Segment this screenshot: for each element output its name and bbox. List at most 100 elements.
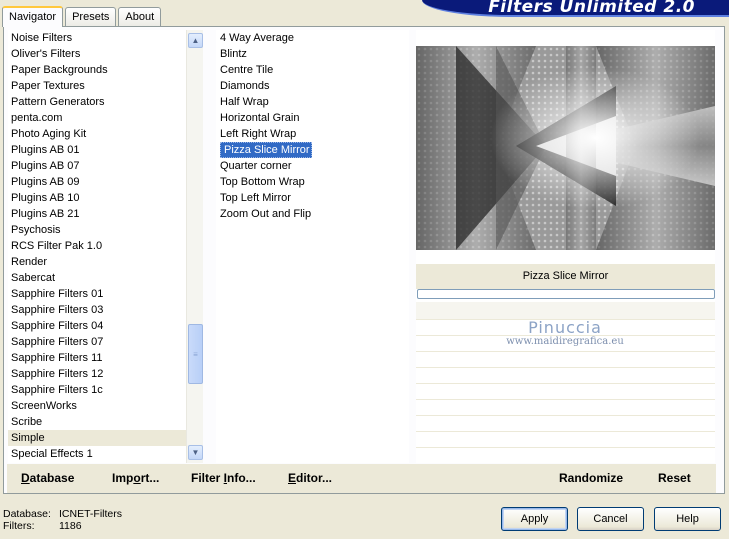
database-value: ICNET-Filters [59,508,122,520]
category-item[interactable]: Oliver's Filters [8,46,186,62]
database-label: Database: [3,508,51,520]
category-item-label: Oliver's Filters [11,48,81,60]
selected-filter-name: Pizza Slice Mirror [416,264,715,289]
filter-item-label: Blintz [220,48,247,60]
import-button[interactable]: Import... [112,464,159,493]
category-item-label: Sapphire Filters 12 [11,368,104,380]
filter-item[interactable]: Zoom Out and Flip [216,206,409,222]
filter-item[interactable]: Quarter corner [216,158,409,174]
category-item[interactable]: Sapphire Filters 11 [8,350,186,366]
category-item[interactable]: Pattern Generators [8,94,186,110]
filter-list[interactable]: 4 Way Average Blintz Centre Tile Diamonds Ha… [216,30,409,463]
category-item[interactable]: Plugins AB 07 [8,158,186,174]
category-list[interactable]: Noise Filters Oliver's Filters Paper Backg… [8,30,186,463]
watermark: Pinuccia www.maidiregrafica.eu [500,318,630,347]
filter-item[interactable]: Top Bottom Wrap [216,174,409,190]
category-item[interactable]: Paper Textures [8,78,186,94]
category-item-label: Sapphire Filters 04 [11,320,104,332]
category-item[interactable]: Plugins AB 09 [8,174,186,190]
category-item-label: Noise Filters [11,32,73,44]
filter-item[interactable]: Left Right Wrap [216,126,409,142]
category-item[interactable]: Sapphire Filters 03 [8,302,186,318]
filters-label: Filters: [3,520,35,532]
tab-presets[interactable]: Presets [65,7,117,26]
filter-item-label: Centre Tile [220,64,274,76]
header-banner: Filters Unlimited 2.0 [422,0,729,17]
editor-button[interactable]: Editor... [288,464,332,493]
chevron-up-icon[interactable]: ▲ [188,33,203,48]
filter-item-label: Horizontal Grain [220,112,300,124]
filter-item[interactable]: Half Wrap [216,94,409,110]
category-scrollbar[interactable]: ▲ ≡ ▼ [186,30,203,463]
filter-item-label: Left Right Wrap [220,128,297,140]
category-item-label: Render [11,256,48,268]
tab-navigator[interactable]: Navigator [2,6,64,27]
reset-button[interactable]: Reset [658,464,691,493]
watermark-url: www.maidiregrafica.eu [506,336,624,347]
chevron-down-icon[interactable]: ▼ [188,445,203,460]
cancel-button[interactable]: Cancel [577,507,644,531]
category-item[interactable]: Plugins AB 10 [8,190,186,206]
filter-item-label: Quarter corner [220,160,292,172]
category-item[interactable]: Scribe [8,414,186,430]
filter-item-label: Zoom Out and Flip [220,208,312,220]
category-item[interactable]: Sapphire Filters 1c [8,382,186,398]
preview-effect-image [416,46,715,250]
category-item[interactable]: Sapphire Filters 07 [8,334,186,350]
database-button[interactable]: Database [21,464,74,493]
preview-image [416,46,715,250]
category-item[interactable]: Plugins AB 21 [8,206,186,222]
category-item[interactable]: Sapphire Filters 12 [8,366,186,382]
filter-item[interactable]: Horizontal Grain [216,110,409,126]
category-item[interactable]: ScreenWorks [8,398,186,414]
category-item-label: ScreenWorks [11,400,77,412]
filter-item-label: Top Left Mirror [220,192,291,204]
category-item[interactable]: Noise Filters [8,30,186,46]
category-item[interactable]: Simple [8,430,186,446]
filter-item-label: 4 Way Average [220,32,294,44]
filter-item-label: Pizza Slice Mirror [220,142,312,158]
category-item-label: Simple [11,432,45,444]
progress-bar [417,289,715,299]
category-item[interactable]: Sabercat [8,270,186,286]
category-item[interactable]: penta.com [8,110,186,126]
category-item[interactable]: Plugins AB 01 [8,142,186,158]
category-item-label: Photo Aging Kit [11,128,87,140]
banner-title: Filters Unlimited 2.0 [488,0,695,17]
category-item-label: Plugins AB 09 [11,176,80,188]
category-item[interactable]: Special Effects 1 [8,446,186,462]
filter-item[interactable]: Pizza Slice Mirror [216,142,409,158]
category-item-label: Sapphire Filters 01 [11,288,104,300]
category-item-label: Paper Textures [11,80,85,92]
filter-info-button[interactable]: Filter Info... [191,464,256,493]
category-item-label: Sapphire Filters 1c [11,384,103,396]
filter-item-label: Top Bottom Wrap [220,176,305,188]
randomize-button[interactable]: Randomize [559,464,623,493]
category-item-label: Sabercat [11,272,56,284]
filter-item[interactable]: Diamonds [216,78,409,94]
category-item[interactable]: Sapphire Filters 04 [8,318,186,334]
filter-item-label: Half Wrap [220,96,269,108]
tab-about[interactable]: About [118,7,162,26]
filter-item[interactable]: Centre Tile [216,62,409,78]
help-button[interactable]: Help [654,507,721,531]
filter-item[interactable]: Blintz [216,46,409,62]
category-item-label: Sapphire Filters 03 [11,304,104,316]
scrollbar-thumb[interactable]: ≡ [188,324,203,384]
category-item-label: Sapphire Filters 11 [11,352,103,364]
category-item-label: Pattern Generators [11,96,105,108]
category-item[interactable]: Photo Aging Kit [8,126,186,142]
category-item[interactable]: Psychosis [8,222,186,238]
category-item[interactable]: Paper Backgrounds [8,62,186,78]
category-item-label: penta.com [11,112,63,124]
category-item-label: Paper Backgrounds [11,64,108,76]
filter-item[interactable]: Top Left Mirror [216,190,409,206]
category-item-label: RCS Filter Pak 1.0 [11,240,103,252]
category-item[interactable]: Sapphire Filters 01 [8,286,186,302]
filters-count: 1186 [59,520,82,532]
category-item-label: Sapphire Filters 07 [11,336,104,348]
apply-button[interactable]: Apply [501,507,568,531]
category-item[interactable]: Render [8,254,186,270]
category-item[interactable]: RCS Filter Pak 1.0 [8,238,186,254]
filter-item[interactable]: 4 Way Average [216,30,409,46]
